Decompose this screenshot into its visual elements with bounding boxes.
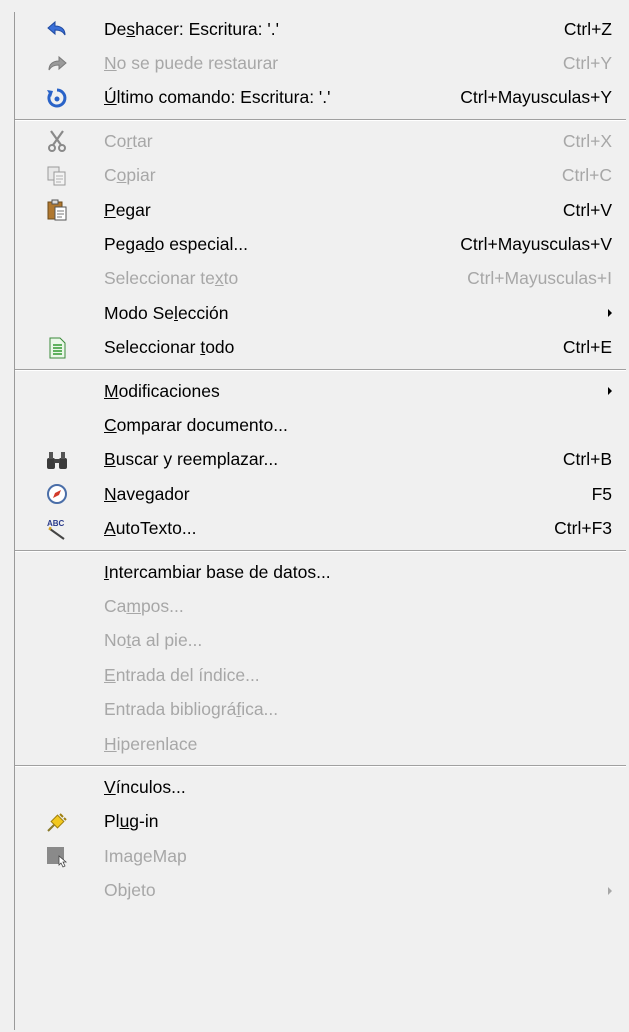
- menu-item-repeat[interactable]: Último comando: Escritura: '.' Ctrl+Mayus…: [15, 81, 626, 115]
- menu-item-changes[interactable]: Modificaciones: [15, 374, 626, 408]
- menu-item-index-entry: Entrada del índice...: [15, 658, 626, 692]
- undo-icon: [45, 17, 69, 41]
- menu-item-navigator[interactable]: Navegador F5: [15, 477, 626, 511]
- autotext-icon: ABC: [45, 517, 69, 541]
- copy-icon: [45, 164, 69, 188]
- menu-item-label: Entrada bibliográfica...: [104, 699, 279, 720]
- menu-item-label: Campos...: [104, 595, 184, 616]
- menu-group: Intercambiar base de datos... Campos... No…: [15, 555, 626, 761]
- repeat-icon: [45, 86, 69, 110]
- menu-item-label: Seleccionar texto: [104, 268, 239, 289]
- menu-separator: [15, 115, 626, 124]
- menu-separator: [15, 365, 626, 374]
- menu-item-shortcut: Ctrl+Mayusculas+I: [467, 268, 612, 289]
- menu-item-find-replace[interactable]: Buscar y reemplazar... Ctrl+B: [15, 443, 626, 477]
- menu-item-exchange-db[interactable]: Intercambiar base de datos...: [15, 555, 626, 589]
- menu-item-hyperlink: Hiperenlace: [15, 727, 626, 761]
- menu-item-label: Entrada del índice...: [104, 664, 260, 685]
- select-all-icon: [45, 336, 69, 360]
- plugin-icon: [45, 810, 69, 834]
- menu-item-label: Copiar: [104, 165, 156, 186]
- submenu-arrow-icon: [608, 886, 612, 895]
- menu-item-label: Deshacer: Escritura: '.': [104, 18, 279, 39]
- imagemap-icon: [45, 844, 69, 868]
- menu-item-cut: Cortar Ctrl+X: [15, 124, 626, 158]
- menu-item-label: Navegador: [104, 483, 190, 504]
- menu-item-imagemap: ImageMap: [15, 839, 626, 873]
- menu-item-label: Último comando: Escritura: '.': [104, 87, 331, 108]
- menu-item-label: Intercambiar base de datos...: [104, 561, 331, 582]
- menu-item-label: Objeto: [104, 880, 156, 901]
- menu-item-shortcut: Ctrl+C: [561, 165, 612, 186]
- menu-item-select-text: Seleccionar texto Ctrl+Mayusculas+I: [15, 262, 626, 296]
- menu-item-label: Hiperenlace: [104, 733, 198, 754]
- menu-item-shortcut: Ctrl+E: [562, 337, 612, 358]
- menu-separator: [15, 546, 626, 555]
- menu-item-selection-mode[interactable]: Modo Selección: [15, 296, 626, 330]
- menu-item-copy: Copiar Ctrl+C: [15, 159, 626, 193]
- menu-item-label: Seleccionar todo: [104, 337, 235, 358]
- submenu-arrow-icon: [608, 387, 612, 396]
- menu-item-label: ImageMap: [104, 845, 187, 866]
- binoculars-icon: [45, 448, 69, 472]
- menu-item-fields: Campos...: [15, 589, 626, 623]
- menu-item-shortcut: Ctrl+Y: [562, 53, 612, 74]
- svg-text:ABC: ABC: [47, 519, 65, 528]
- menu-item-shortcut: F5: [591, 483, 612, 504]
- menu-item-paste-special[interactable]: Pegado especial... Ctrl+Mayusculas+V: [15, 227, 626, 261]
- menu-item-label: Comparar documento...: [104, 414, 288, 435]
- menu-item-label: Modo Selección: [104, 302, 229, 323]
- menu-group: Vínculos... Plug-in ImageMap Objeto: [15, 770, 626, 908]
- menu-group: Deshacer: Escritura: '.' Ctrl+Z No se pued…: [15, 12, 626, 115]
- menu-item-shortcut: Ctrl+F3: [554, 518, 612, 539]
- edit-menu: Deshacer: Escritura: '.' Ctrl+Z No se pued…: [14, 12, 626, 1030]
- menu-item-footnote: Nota al pie...: [15, 624, 626, 658]
- menu-item-autotext[interactable]: ABC AutoTexto... Ctrl+F3: [15, 511, 626, 545]
- menu-item-label: No se puede restaurar: [104, 53, 279, 74]
- menu-item-shortcut: Ctrl+Mayusculas+V: [460, 234, 612, 255]
- menu-item-label: Plug-in: [104, 811, 159, 832]
- menu-item-label: Nota al pie...: [104, 630, 203, 651]
- compass-icon: [45, 482, 69, 506]
- menu-item-shortcut: Ctrl+Z: [563, 18, 612, 39]
- menu-item-shortcut: Ctrl+B: [562, 449, 612, 470]
- menu-item-paste[interactable]: Pegar Ctrl+V: [15, 193, 626, 227]
- menu-item-label: Vínculos...: [104, 776, 186, 797]
- menu-separator: [15, 761, 626, 770]
- menu-item-shortcut: Ctrl+Mayusculas+Y: [460, 87, 612, 108]
- menu-item-label: Pegar: [104, 199, 151, 220]
- menu-item-label: AutoTexto...: [104, 518, 197, 539]
- menu-item-shortcut: Ctrl+X: [562, 130, 612, 151]
- paste-icon: [45, 198, 69, 222]
- submenu-arrow-icon: [608, 309, 612, 318]
- menu-item-plugin[interactable]: Plug-in: [15, 805, 626, 839]
- menu-item-compare[interactable]: Comparar documento...: [15, 408, 626, 442]
- menu-item-label: Cortar: [104, 130, 153, 151]
- menu-item-redo: No se puede restaurar Ctrl+Y: [15, 46, 626, 80]
- menu-item-bib-entry: Entrada bibliográfica...: [15, 692, 626, 726]
- menu-item-label: Modificaciones: [104, 380, 220, 401]
- menu-item-object: Objeto: [15, 873, 626, 907]
- menu-group: Cortar Ctrl+X Copiar Ctrl+C Pegar Ctrl+V Pegad…: [15, 124, 626, 365]
- menu-item-label: Pegado especial...: [104, 234, 248, 255]
- menu-item-label: Buscar y reemplazar...: [104, 449, 279, 470]
- menu-item-shortcut: Ctrl+V: [562, 199, 612, 220]
- cut-icon: [45, 129, 69, 153]
- menu-item-undo[interactable]: Deshacer: Escritura: '.' Ctrl+Z: [15, 12, 626, 46]
- menu-item-links[interactable]: Vínculos...: [15, 770, 626, 804]
- menu-group: Modificaciones Comparar documento... Busca…: [15, 374, 626, 546]
- redo-icon: [45, 52, 69, 76]
- menu-item-select-all[interactable]: Seleccionar todo Ctrl+E: [15, 331, 626, 365]
